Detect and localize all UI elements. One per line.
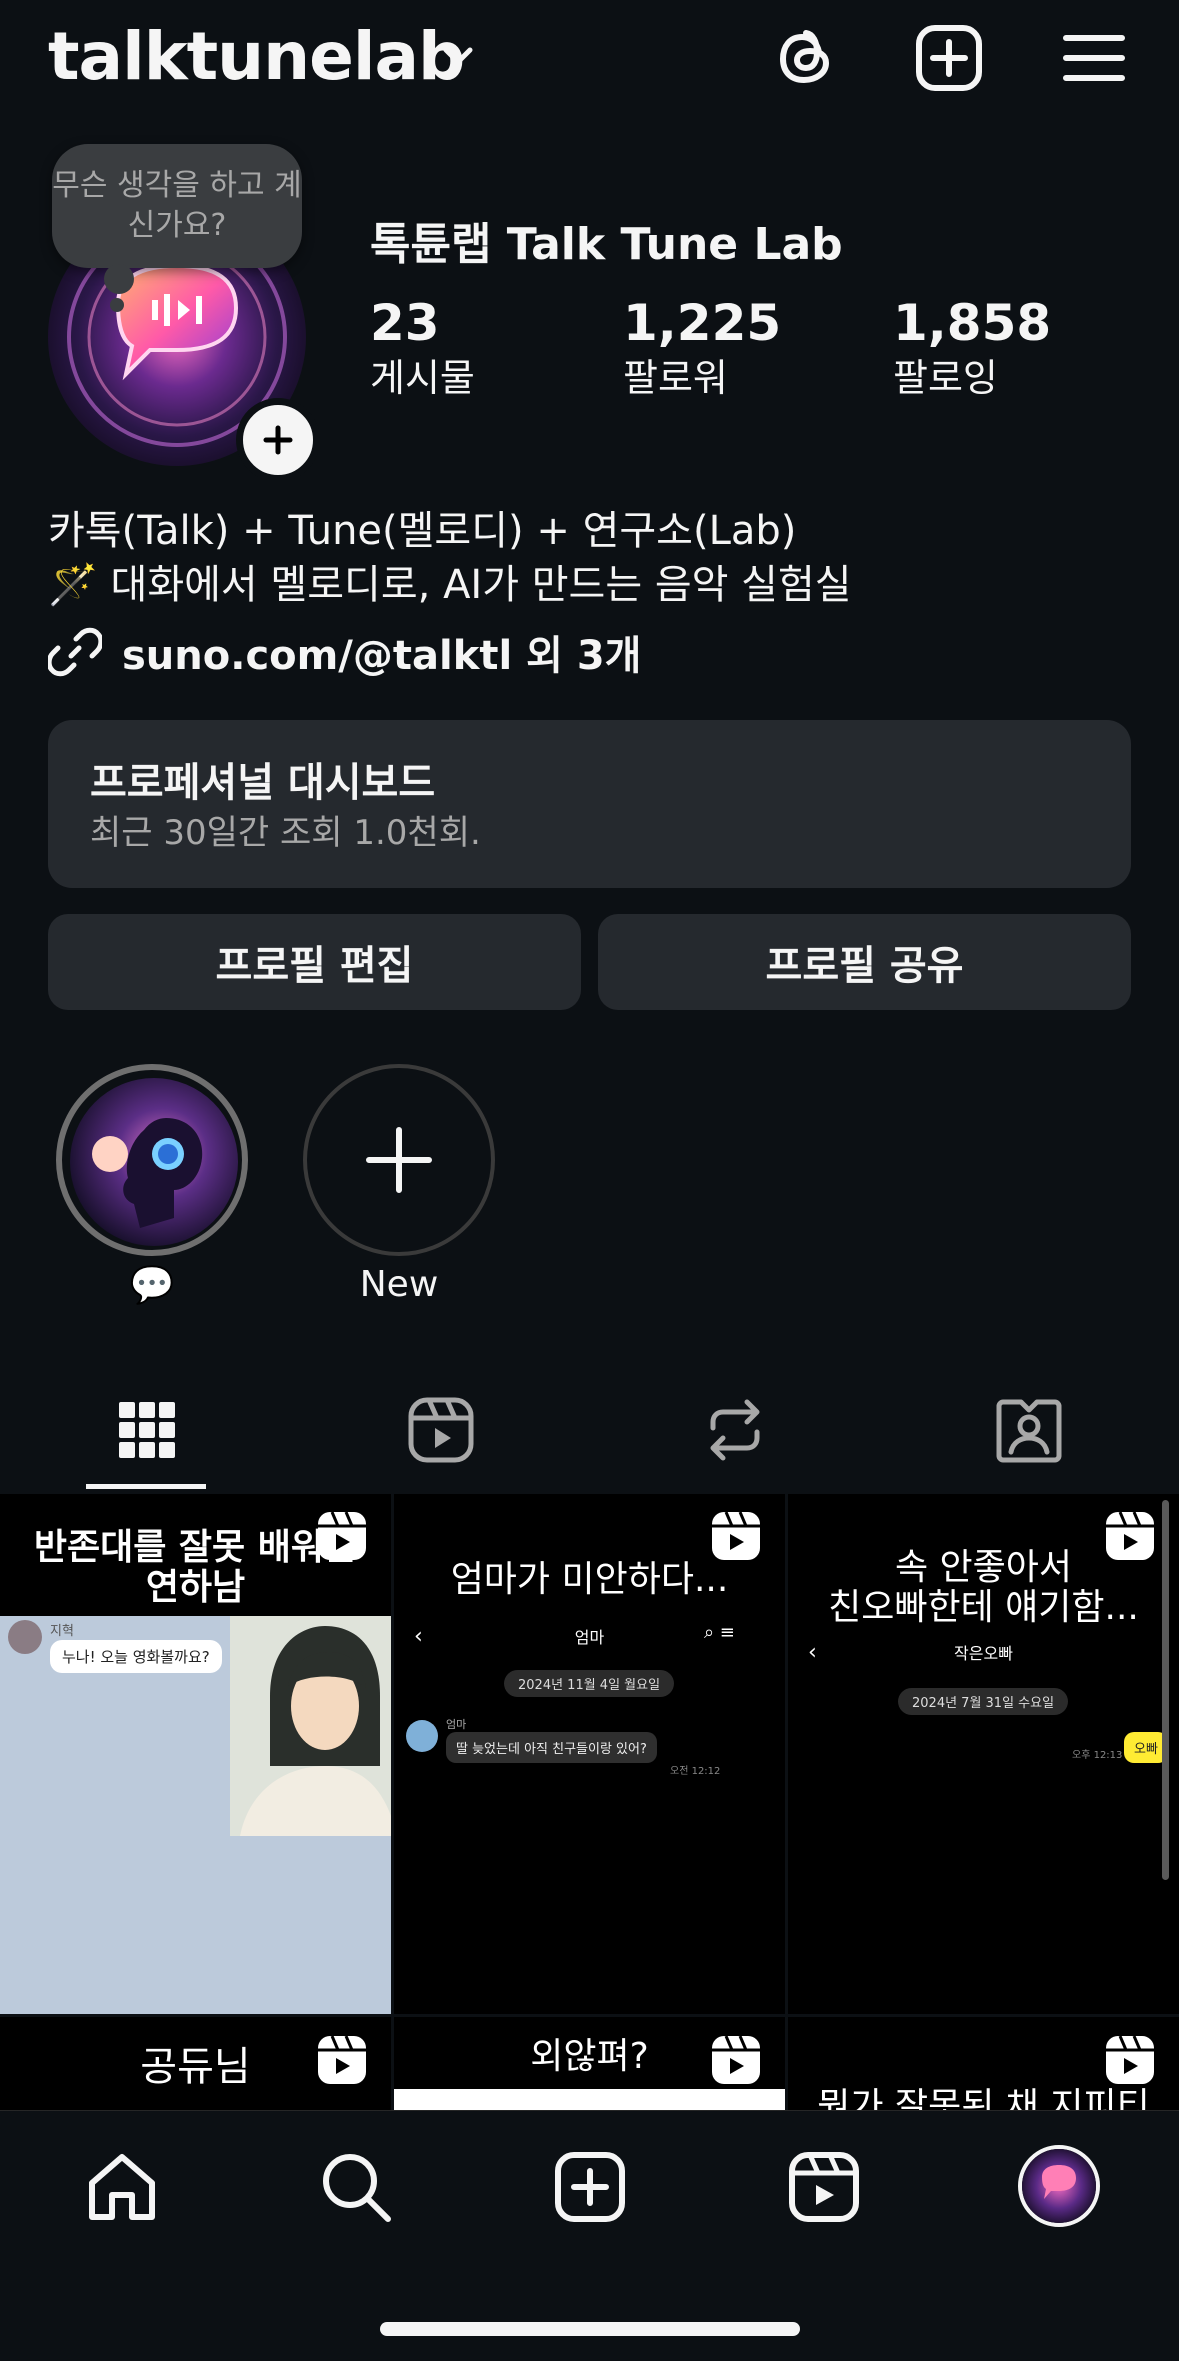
post-title: 엄마가 미안하다... <box>450 1559 729 1600</box>
character-illustration <box>230 1616 391 1836</box>
link-text[interactable]: suno.com/@talktl 외 3개 <box>122 623 641 681</box>
chat-bubble: 누나! 오늘 영화볼까요? <box>50 1640 222 1673</box>
scrollbar[interactable] <box>1162 1500 1169 1880</box>
tab-reels[interactable] <box>294 1370 588 1490</box>
chat-bubble: 딸 늦었는데 아직 친구들이랑 있어? <box>446 1732 657 1763</box>
profile-tabs <box>0 1370 1179 1490</box>
reels-icon[interactable] <box>784 2147 864 2227</box>
add-story-button[interactable] <box>236 398 320 482</box>
menu-icon[interactable] <box>1058 22 1130 94</box>
highlight-cover <box>70 1078 238 1246</box>
chat-date: 2024년 7월 31일 수요일 <box>898 1688 1069 1715</box>
note-bubble-tail-small <box>110 298 124 312</box>
reel-badge-icon <box>710 1510 762 1562</box>
highlight-chat-label: 💬 <box>129 1265 175 1306</box>
chat-sender-name: 지혁 <box>50 1624 74 1639</box>
posts-grid: 반존대를 잘못 배워온 연하남 지혁 누나! 오늘 영화볼까요? 엄마가 미안하… <box>0 1494 1179 2110</box>
tab-reposts[interactable] <box>588 1370 882 1490</box>
posts-stat[interactable]: 23 게시물 <box>370 292 475 402</box>
new-highlight-button[interactable] <box>303 1064 495 1256</box>
post-image <box>394 2089 785 2110</box>
professional-dashboard[interactable]: 프로페셔널 대시보드 최근 30일간 조회 1.0천회. <box>48 720 1131 888</box>
post-image: 지혁 누나! 오늘 영화볼까요? <box>0 1616 391 2014</box>
plus-icon <box>366 1127 432 1193</box>
tab-posts-grid[interactable] <box>0 1370 294 1490</box>
display-name: 톡튠랩 Talk Tune Lab <box>370 219 843 270</box>
followers-count: 1,225 <box>623 294 782 352</box>
chat-header: 작은오빠 <box>954 1644 1013 1663</box>
new-highlight-label: New <box>359 1264 439 1305</box>
grid-icon <box>119 1402 175 1458</box>
grid-post[interactable]: 속 안좋아서 친오빠한테 얘기함... ‹ 작은오빠 2024년 7월 31일 … <box>788 1494 1179 2014</box>
following-count: 1,858 <box>893 294 1052 352</box>
home-icon[interactable] <box>82 2147 162 2227</box>
chat-time: 오후 12:13 <box>1072 1750 1123 1761</box>
followers-stat[interactable]: 1,225 팔로워 <box>623 292 781 402</box>
following-stat[interactable]: 1,858 팔로잉 <box>893 292 1051 402</box>
bio-line-2: 🪄 대화에서 멜로디로, AI가 만드는 음악 실험실 <box>48 562 852 608</box>
reel-badge-icon <box>316 1510 368 1562</box>
post-title: 뭔가 잘못된 채 지피티 <box>817 2086 1150 2111</box>
followers-label: 팔로워 <box>623 356 728 400</box>
chevron-down-icon[interactable] <box>438 36 478 76</box>
following-label: 팔로잉 <box>893 356 998 400</box>
reel-badge-icon <box>1104 2034 1156 2086</box>
dashboard-subtitle: 최근 30일간 조회 1.0천회. <box>90 813 481 853</box>
edit-profile-button[interactable]: 프로필 편집 <box>48 914 581 1010</box>
reel-badge-icon <box>316 2034 368 2086</box>
tagged-icon <box>996 1399 1062 1463</box>
plus-icon <box>263 425 293 455</box>
profile-tab-avatar[interactable] <box>1018 2145 1100 2227</box>
search-icon[interactable] <box>316 2147 396 2227</box>
bio: 카톡(Talk) + Tune(멜로디) + 연구소(Lab) 🪄 대화에서 멜… <box>48 504 852 612</box>
tab-tagged[interactable] <box>882 1370 1176 1490</box>
reel-badge-icon <box>710 2034 762 2086</box>
create-icon[interactable] <box>913 22 985 94</box>
profile-link[interactable]: suno.com/@talktl 외 3개 <box>48 622 641 682</box>
link-icon <box>48 627 102 677</box>
active-tab-indicator <box>86 1484 206 1489</box>
reel-badge-icon <box>1104 1510 1156 1562</box>
chat-time: 오전 12:12 <box>670 1766 721 1777</box>
threads-icon[interactable] <box>770 22 842 94</box>
chat-search-icon: ⌕ ≡ <box>704 1622 735 1643</box>
top-bar: talktunelab <box>0 0 1179 120</box>
grid-post[interactable]: 반존대를 잘못 배워온 연하남 지혁 누나! 오늘 영화볼까요? <box>0 1494 391 2014</box>
highlight-chat[interactable] <box>56 1064 248 1256</box>
repost-icon <box>710 1399 760 1461</box>
reels-icon <box>408 1397 474 1463</box>
note-bubble[interactable]: 무슨 생각을 하고 계신가요? <box>52 144 302 268</box>
bio-line-1: 카톡(Talk) + Tune(멜로디) + 연구소(Lab) <box>48 508 797 554</box>
chat-date: 2024년 11월 4일 월요일 <box>504 1670 675 1697</box>
create-post-icon[interactable] <box>550 2147 630 2227</box>
dashboard-title: 프로페셔널 대시보드 <box>90 760 436 806</box>
home-indicator <box>380 2322 800 2336</box>
username[interactable]: talktunelab <box>48 18 465 95</box>
chat-sender-name: 엄마 <box>446 1718 467 1731</box>
posts-count: 23 <box>370 294 440 352</box>
posts-label: 게시물 <box>370 356 475 400</box>
share-profile-button[interactable]: 프로필 공유 <box>598 914 1131 1010</box>
grid-post[interactable]: 엄마가 미안하다... ‹ 엄마 ⌕ ≡ 2024년 11월 4일 월요일 엄마… <box>394 1494 785 2014</box>
note-bubble-tail <box>104 264 134 294</box>
